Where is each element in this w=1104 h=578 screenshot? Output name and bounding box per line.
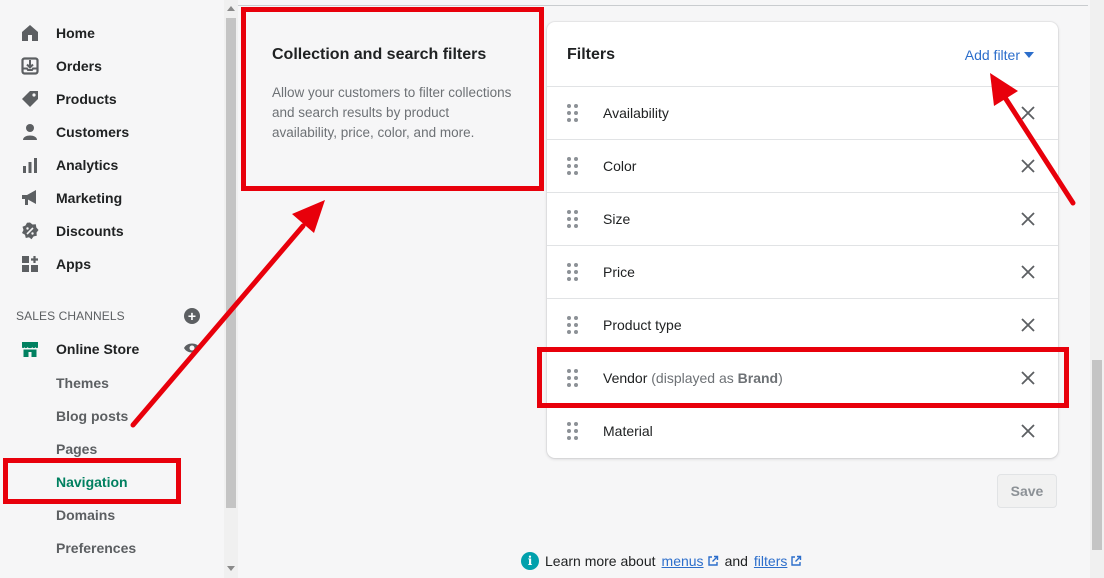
sidebar-subitem-domains[interactable]: Domains xyxy=(56,507,115,523)
filter-label: Color xyxy=(603,158,637,174)
add-sales-channel-icon[interactable]: + xyxy=(184,308,200,324)
sidebar-item-orders[interactable]: Orders xyxy=(0,49,224,82)
sidebar-item-label: Customers xyxy=(56,123,130,140)
filter-label: Size xyxy=(603,211,631,227)
sidebar-item-label: Discounts xyxy=(56,222,124,239)
add-filter-label: Add filter xyxy=(964,47,1020,63)
sidebar-item-label: Products xyxy=(56,90,117,107)
sidebar-item-analytics[interactable]: Analytics xyxy=(0,148,224,181)
scrollbar-thumb[interactable] xyxy=(1092,360,1102,550)
filter-row[interactable]: Product type xyxy=(547,298,1058,351)
sidebar-item-marketing[interactable]: Marketing xyxy=(0,181,224,214)
filter-row[interactable]: Size xyxy=(547,192,1058,245)
drag-handle-icon[interactable] xyxy=(567,422,579,440)
sidebar-item-products[interactable]: Products xyxy=(0,82,224,115)
external-link-icon xyxy=(791,555,802,566)
sidebar-subitem-preferences[interactable]: Preferences xyxy=(56,540,136,556)
orders-icon xyxy=(20,56,40,76)
filter-row[interactable]: Availability xyxy=(547,86,1058,139)
card-title: Filters xyxy=(567,46,616,63)
and-text: and xyxy=(724,553,748,569)
learn-more-footer: i Learn more about menus and filters xyxy=(521,552,802,570)
drag-handle-icon[interactable] xyxy=(567,104,579,122)
divider xyxy=(238,5,1088,6)
sidebar-subitem-pages[interactable]: Pages xyxy=(56,441,97,457)
highlight-box-description xyxy=(241,7,544,191)
sidebar-item-home[interactable]: Home xyxy=(0,16,224,49)
scroll-down-arrow[interactable] xyxy=(227,566,235,571)
discount-icon xyxy=(20,221,40,241)
filter-label: Availability xyxy=(603,105,669,121)
scroll-up-arrow[interactable] xyxy=(227,6,235,11)
remove-filter-icon[interactable] xyxy=(1019,104,1037,122)
drag-handle-icon[interactable] xyxy=(567,157,579,175)
menus-link[interactable]: menus xyxy=(662,553,704,569)
sidebar-item-apps[interactable]: Apps xyxy=(0,247,224,280)
scrollbar-thumb[interactable] xyxy=(226,18,236,508)
eye-icon[interactable] xyxy=(183,341,201,355)
highlight-box-navigation xyxy=(3,458,181,504)
filter-label: Product type xyxy=(603,317,682,333)
highlight-box-vendor xyxy=(537,347,1069,408)
filter-row[interactable]: Price xyxy=(547,245,1058,298)
caret-down-icon xyxy=(1024,52,1034,58)
megaphone-icon xyxy=(20,188,40,208)
bar-chart-icon xyxy=(20,155,40,175)
sidebar-item-label: Apps xyxy=(56,255,91,272)
remove-filter-icon[interactable] xyxy=(1019,157,1037,175)
filter-label: Price xyxy=(603,264,635,280)
sidebar-item-label: Marketing xyxy=(56,189,123,206)
sidebar-item-label: Home xyxy=(56,24,95,41)
sidebar-item-label: Analytics xyxy=(56,156,119,173)
sidebar-subitem-themes[interactable]: Themes xyxy=(56,375,109,391)
learn-more-text: Learn more about xyxy=(545,553,656,569)
sidebar-scrollbar[interactable] xyxy=(224,0,238,578)
remove-filter-icon[interactable] xyxy=(1019,422,1037,440)
external-link-icon xyxy=(707,555,718,566)
filters-link[interactable]: filters xyxy=(754,553,787,569)
sidebar-subitem-blog-posts[interactable]: Blog posts xyxy=(56,408,128,424)
remove-filter-icon[interactable] xyxy=(1019,263,1037,281)
filter-label: Material xyxy=(603,423,653,439)
sidebar-item-customers[interactable]: Customers xyxy=(0,115,224,148)
tag-icon xyxy=(20,89,40,109)
store-icon xyxy=(20,339,40,359)
sidebar-item-discounts[interactable]: Discounts xyxy=(0,214,224,247)
sidebar-item-label: Online Store xyxy=(56,340,140,357)
apps-icon xyxy=(20,254,40,274)
info-icon: i xyxy=(521,552,539,570)
filter-row[interactable]: Material xyxy=(547,404,1058,457)
remove-filter-icon[interactable] xyxy=(1019,210,1037,228)
drag-handle-icon[interactable] xyxy=(567,316,579,334)
sales-channels-heading: SALES CHANNELS xyxy=(16,309,125,323)
drag-handle-icon[interactable] xyxy=(567,263,579,281)
drag-handle-icon[interactable] xyxy=(567,210,579,228)
save-button[interactable]: Save xyxy=(997,474,1057,508)
add-filter-button[interactable]: Add filter xyxy=(965,47,1034,63)
sidebar-item-label: Orders xyxy=(56,57,102,74)
main-scrollbar[interactable] xyxy=(1090,0,1104,578)
filter-row[interactable]: Color xyxy=(547,139,1058,192)
home-icon xyxy=(20,23,40,43)
person-icon xyxy=(20,122,40,142)
remove-filter-icon[interactable] xyxy=(1019,316,1037,334)
